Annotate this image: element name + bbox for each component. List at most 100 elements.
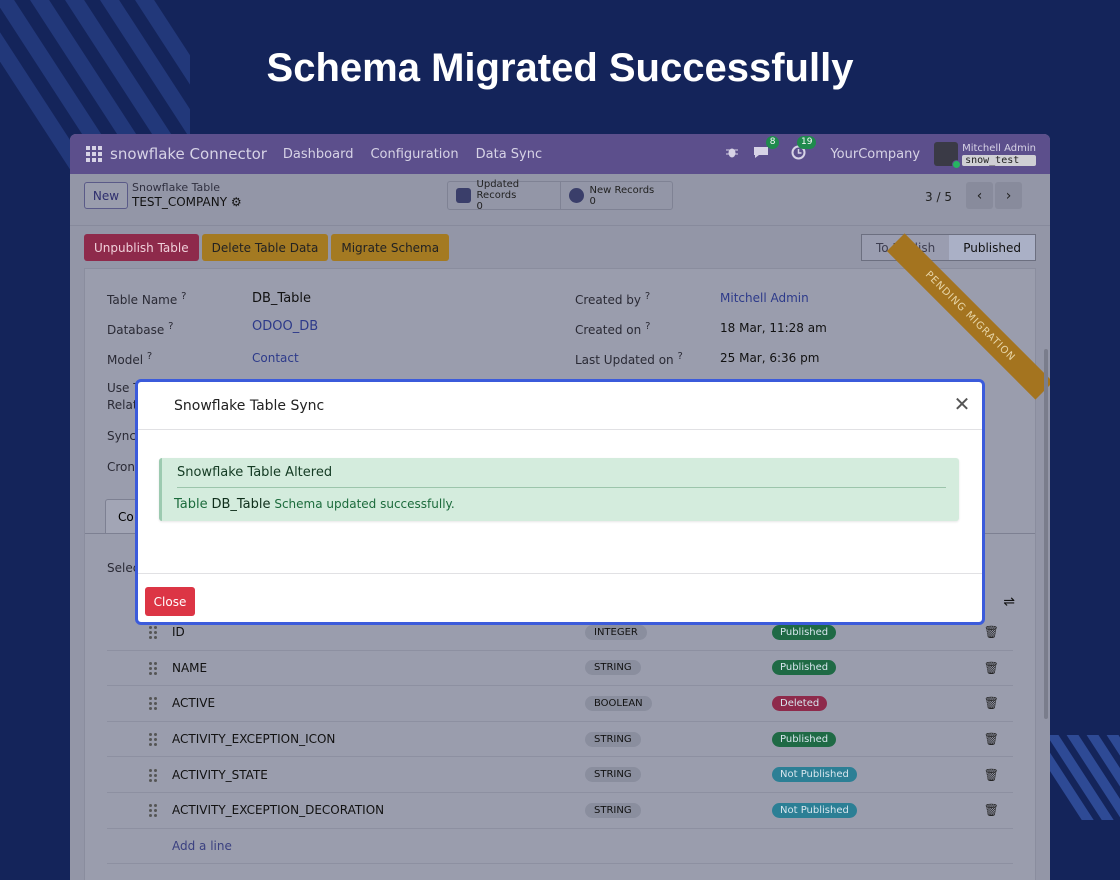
decorative-stripes-bottom-right (1045, 735, 1120, 820)
table-row[interactable]: ACTIVITY_STATE STRING Not Published 🗑 (107, 757, 1013, 793)
drag-handle-icon[interactable] (149, 768, 157, 782)
migrate-schema-button[interactable]: Migrate Schema (331, 234, 450, 261)
action-buttons: Unpublish Table Delete Table Data Migrat… (84, 234, 450, 261)
smart-buttons: Updated Records 0 New Records 0 (447, 179, 673, 212)
dialog-footer: Close (138, 573, 982, 625)
new-records-button[interactable]: New Records 0 (559, 182, 673, 209)
pager-total: / 5 (936, 190, 953, 204)
gear-icon[interactable]: ⚙ (231, 195, 242, 209)
updated-records-value: 0 (476, 201, 483, 212)
alert-lead: Table (174, 497, 208, 512)
table-row[interactable]: ACTIVE BOOLEAN Deleted 🗑 (107, 686, 1013, 722)
drag-handle-icon[interactable] (149, 804, 157, 818)
created-by-value[interactable]: Mitchell Admin (720, 291, 809, 305)
alert-message: Table DB_Table Schema updated successful… (174, 497, 455, 512)
status-published[interactable]: Published (949, 235, 1035, 260)
column-type-badge: STRING (585, 802, 641, 818)
breadcrumb-parent[interactable]: Snowflake Table (132, 181, 242, 194)
edit-icon (456, 188, 471, 203)
last-updated-label: Last Updated on ? (575, 351, 683, 367)
messages-button[interactable]: 8 (753, 136, 780, 163)
activities-button[interactable]: 19 (791, 135, 817, 164)
column-name: ACTIVE (172, 696, 216, 711)
column-name: NAME (172, 660, 208, 675)
optional-columns-toggle-icon[interactable]: ⇌ (1003, 594, 1015, 610)
created-on-label: Created on ? (575, 321, 651, 337)
drag-handle-icon[interactable] (149, 733, 157, 747)
column-type-badge: STRING (585, 731, 641, 747)
column-status-badge: Published (772, 624, 837, 640)
column-status-badge: Deleted (772, 695, 828, 711)
user-menu[interactable]: Mitchell Admin snow_test (962, 143, 1036, 166)
drag-handle-icon[interactable] (149, 697, 157, 711)
trash-icon[interactable]: 🗑 (984, 696, 999, 710)
chevron-left-icon: ‹ (976, 187, 983, 204)
navbar: snowflake Connector Dashboard Configurat… (70, 134, 1050, 174)
apps-grid-icon[interactable] (86, 146, 102, 162)
new-button[interactable]: New (84, 182, 128, 209)
table-name-label: Table Name ? (107, 291, 187, 307)
company-switcher[interactable]: YourCompany (830, 147, 920, 162)
drag-handle-icon[interactable] (149, 661, 157, 675)
column-name: ACTIVITY_EXCEPTION_DECORATION (172, 803, 385, 818)
close-icon[interactable]: ✕ (948, 390, 976, 418)
updated-records-label: Updated Records (476, 179, 520, 201)
sync-dialog: Snowflake Table Sync ✕ Snowflake Table A… (135, 379, 985, 625)
created-by-label: Created by ? (575, 291, 651, 307)
alert-title: Snowflake Table Altered (177, 465, 333, 480)
nav-dashboard[interactable]: Dashboard (283, 147, 354, 162)
column-name: ID (172, 625, 185, 640)
user-avatar[interactable] (934, 142, 962, 169)
headline: Schema Migrated Successfully (266, 46, 854, 90)
column-name: ACTIVITY_STATE (172, 767, 268, 782)
table-row[interactable]: ACTIVITY_EXCEPTION_ICON STRING Published… (107, 722, 1013, 758)
alert-divider (177, 487, 946, 488)
trash-icon[interactable]: 🗑 (984, 661, 999, 675)
relation-label: Relat (107, 398, 138, 412)
trash-icon[interactable]: 🗑 (984, 768, 999, 782)
database-chip: snow_test (962, 154, 1036, 166)
column-status-badge: Not Published (772, 767, 857, 783)
scrollbar[interactable] (1044, 349, 1048, 719)
breadcrumb-current: TEST_COMPANY (132, 195, 228, 209)
chevron-right-icon: › (1005, 187, 1012, 204)
table-name-value[interactable]: DB_Table (252, 291, 311, 306)
unpublish-table-button[interactable]: Unpublish Table (84, 234, 199, 261)
updated-records-button[interactable]: Updated Records 0 (448, 179, 560, 212)
trash-icon[interactable]: 🗑 (984, 803, 999, 817)
delete-table-data-button[interactable]: Delete Table Data (201, 234, 329, 261)
app-brand[interactable]: snowflake Connector (110, 145, 267, 163)
new-records-value: 0 (589, 195, 596, 207)
column-type-badge: BOOLEAN (585, 695, 652, 711)
column-status-badge: Not Published (772, 802, 857, 818)
messages-count-badge: 8 (765, 136, 780, 149)
database-label: Database ? (107, 321, 174, 337)
breadcrumb: Snowflake Table TEST_COMPANY ⚙ (132, 181, 242, 209)
columns-list: ID INTEGER Published 🗑 NAME STRING Publi… (107, 615, 1013, 865)
column-type-badge: INTEGER (585, 624, 647, 640)
table-row[interactable]: ACTIVITY_EXCEPTION_DECORATION STRING Not… (107, 793, 1013, 829)
activities-count-badge: 19 (797, 135, 817, 149)
bug-icon[interactable] (725, 145, 739, 163)
created-on-value: 18 Mar, 11:28 am (720, 321, 827, 335)
trash-icon[interactable]: 🗑 (984, 625, 999, 639)
database-value[interactable]: ODOO_DB (252, 319, 318, 334)
drag-handle-icon[interactable] (149, 626, 157, 640)
new-records-label: New Records (589, 184, 655, 196)
add-line-link[interactable]: Add a line (172, 839, 232, 853)
table-row[interactable]: NAME STRING Published 🗑 (107, 651, 1013, 687)
pager-current[interactable]: 3 (925, 190, 933, 204)
user-name: Mitchell Admin (962, 142, 1036, 154)
column-status-badge: Published (772, 731, 837, 747)
model-label: Model ? (107, 351, 153, 367)
model-value[interactable]: Contact (252, 351, 299, 365)
trash-icon[interactable]: 🗑 (984, 732, 999, 746)
nav-data-sync[interactable]: Data Sync (476, 147, 543, 162)
pager-previous-button[interactable]: ‹ (966, 182, 993, 209)
sync-label: Sync (107, 429, 136, 443)
pager-next-button[interactable]: › (995, 182, 1022, 209)
plus-circle-icon (568, 188, 584, 203)
close-button[interactable]: Close (145, 587, 195, 616)
status-bar: To Publish Published (860, 234, 1036, 261)
nav-configuration[interactable]: Configuration (370, 147, 458, 162)
